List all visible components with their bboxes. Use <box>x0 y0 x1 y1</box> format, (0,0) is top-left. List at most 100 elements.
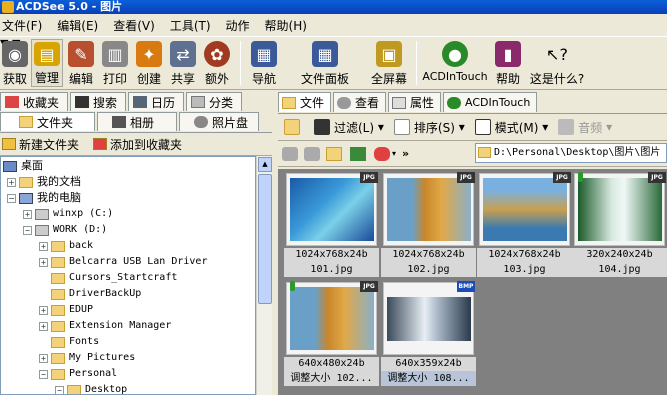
tab-files[interactable]: 文件 <box>278 92 332 112</box>
print-button[interactable]: ▥ 打印 <box>99 39 131 87</box>
file-panel-button[interactable]: ▦ 文件面板 <box>298 39 352 87</box>
thumbnail-dimensions: 320x240x24b <box>572 248 667 262</box>
tab-calendar[interactable]: 日历 <box>128 92 185 111</box>
menu-help[interactable]: 帮助(H) <box>265 17 307 34</box>
scroll-up-icon[interactable]: ▲ <box>258 157 272 172</box>
thumbnail-item[interactable]: JPG 1024x768x24b 102.jpg <box>381 171 476 279</box>
tree-item-folder[interactable]: Cursors_Startcraft <box>51 270 177 286</box>
menu-tools[interactable]: 工具(T) <box>170 17 211 34</box>
tab-acdintouch[interactable]: ACDInTouch <box>443 92 538 112</box>
thumbnail-filename: 102.jpg <box>381 262 476 277</box>
tab-categories[interactable]: 分类 <box>186 92 243 111</box>
more-icon[interactable]: » <box>402 147 409 160</box>
tab-photo-discs[interactable]: 照片盘 <box>179 112 259 131</box>
tree-item-folder[interactable]: + EDUP <box>39 302 93 318</box>
globe-icon: ● <box>442 41 468 67</box>
thumbnail-item[interactable]: JPG 640x480x24b 调整大小 102... <box>284 280 379 388</box>
thumbnail-dimensions: 640x359x24b <box>381 357 476 371</box>
app-logo-icon <box>2 1 14 13</box>
navigate-button[interactable]: ▦ 导航 <box>246 39 282 87</box>
book-icon: ▮ <box>495 41 521 67</box>
favorites-icon[interactable] <box>374 146 390 161</box>
thumbnail-item[interactable]: JPG 320x240x24b 104.jpg <box>572 171 667 279</box>
create-button[interactable]: ✦ 创建 <box>133 39 165 87</box>
tree-item-folder[interactable]: + Extension Manager <box>39 318 171 334</box>
tab-search[interactable]: 搜索 <box>70 92 127 111</box>
brush-icon: ✎ <box>68 41 94 67</box>
tree-item-desktop[interactable]: 桌面 <box>3 158 43 174</box>
thumbnail-image <box>479 173 570 246</box>
collapse-icon[interactable]: − <box>23 225 32 235</box>
tree-item-my-computer[interactable]: − 我的电脑 <box>7 190 81 206</box>
add-to-favorites-button[interactable]: 添加到收藏夹 <box>110 136 182 153</box>
expand-icon[interactable]: + <box>39 353 48 363</box>
extra-icon: ✿ <box>204 41 230 67</box>
expand-icon[interactable]: + <box>7 177 16 187</box>
binoculars-icon <box>75 96 90 108</box>
menu-actions[interactable]: 动作 <box>226 17 250 34</box>
folder-tree-icon <box>19 116 33 128</box>
tab-folders[interactable]: 文件夹 <box>0 112 95 131</box>
tree-item-my-documents[interactable]: + 我的文档 <box>7 174 81 190</box>
new-folder-button[interactable]: 新建文件夹 <box>19 136 79 153</box>
tree-item-folder[interactable]: − Personal <box>39 366 117 382</box>
right-tabs: 文件 查看 属性 ACDInTouch <box>278 92 667 113</box>
parent-folder-icon[interactable] <box>326 146 342 161</box>
acdintouch-button[interactable]: ● ACDInTouch <box>422 39 488 87</box>
expand-icon[interactable]: + <box>39 321 48 331</box>
tree-scrollbar[interactable]: ▲ <box>256 156 272 395</box>
extra-button[interactable]: ✿ 额外 <box>201 39 233 87</box>
acquire-button[interactable]: ◉ 获取 <box>1 39 29 87</box>
filter-button[interactable]: 过滤(L) ▾ <box>314 119 384 136</box>
edit-button[interactable]: ✎ 编辑 <box>66 39 96 87</box>
audio-button[interactable]: 音频 ▾ <box>558 119 612 136</box>
tree-item-folder[interactable]: + My Pictures <box>39 350 135 366</box>
thumbnail-item[interactable]: JPG 1024x768x24b 103.jpg <box>477 171 572 279</box>
back-icon[interactable] <box>282 146 298 161</box>
folder-tree[interactable]: 桌面 + 我的文档 − 我的电脑 + winxp (C:) − WORK (D:) + b… <box>0 156 256 395</box>
jpg-badge-icon: JPG <box>360 281 378 292</box>
fullscreen-button[interactable]: ▣ 全屏幕 <box>368 39 410 87</box>
tab-albums[interactable]: 相册 <box>97 112 177 131</box>
computer-icon <box>19 192 33 204</box>
sort-button[interactable]: 排序(S) ▾ <box>393 119 465 136</box>
menu-view[interactable]: 查看(V) <box>113 17 155 34</box>
refresh-icon[interactable] <box>350 146 366 161</box>
forward-icon[interactable] <box>304 146 320 161</box>
tree-item-folder[interactable]: − Desktop <box>55 382 127 394</box>
fullscreen-icon: ▣ <box>376 41 402 67</box>
collapse-icon[interactable]: − <box>7 193 16 203</box>
tree-item-folder[interactable]: + back <box>39 238 93 254</box>
thumbnail-item[interactable]: JPG 1024x768x24b 101.jpg <box>284 171 379 279</box>
expand-icon[interactable]: + <box>39 305 48 315</box>
tree-item-folder[interactable]: DriverBackUp <box>51 286 141 302</box>
mode-button[interactable]: 模式(M) ▾ <box>474 119 548 136</box>
tab-view[interactable]: 查看 <box>333 92 387 112</box>
expand-icon[interactable]: + <box>23 209 32 219</box>
favorites-dropdown-icon[interactable]: ▾ <box>392 149 396 158</box>
share-button[interactable]: ⇄ 共享 <box>167 39 199 87</box>
thumbnail-item-selected[interactable]: BMP 640x359x24b 调整大小 108... <box>381 280 476 388</box>
expand-icon[interactable]: + <box>39 241 48 251</box>
collapse-icon[interactable]: − <box>39 369 48 379</box>
tree-item-folder[interactable]: Fonts <box>51 334 99 350</box>
tree-item-drive-d[interactable]: − WORK (D:) <box>23 222 107 238</box>
tab-properties[interactable]: 属性 <box>388 92 442 112</box>
expand-icon[interactable]: + <box>39 257 48 267</box>
up-folder-button[interactable] <box>284 119 304 135</box>
whats-this-button[interactable]: ↖? 这是什么? <box>528 39 586 87</box>
folder-icon <box>51 272 65 284</box>
camera-icon: ◉ <box>2 41 28 67</box>
path-field[interactable]: D:\Personal\Desktop\图片\图片 <box>475 143 667 163</box>
thumbnail-dimensions: 1024x768x24b <box>381 248 476 262</box>
scrollbar-thumb[interactable] <box>258 174 272 304</box>
help-button[interactable]: ▮ 帮助 <box>492 39 524 87</box>
menu-edit[interactable]: 编辑(E) <box>57 17 98 34</box>
menu-file[interactable]: 文件(F) <box>2 17 42 34</box>
tree-item-drive-c[interactable]: + winxp (C:) <box>23 206 113 222</box>
collapse-icon[interactable]: − <box>55 385 64 394</box>
thumbnail-filename: 调整大小 102... <box>284 371 379 386</box>
tab-favorites[interactable]: 收藏夹 <box>0 92 69 111</box>
manage-button[interactable]: ▤ 管理 <box>31 39 63 87</box>
tree-item-folder[interactable]: + Belcarra USB Lan Driver <box>39 254 207 270</box>
